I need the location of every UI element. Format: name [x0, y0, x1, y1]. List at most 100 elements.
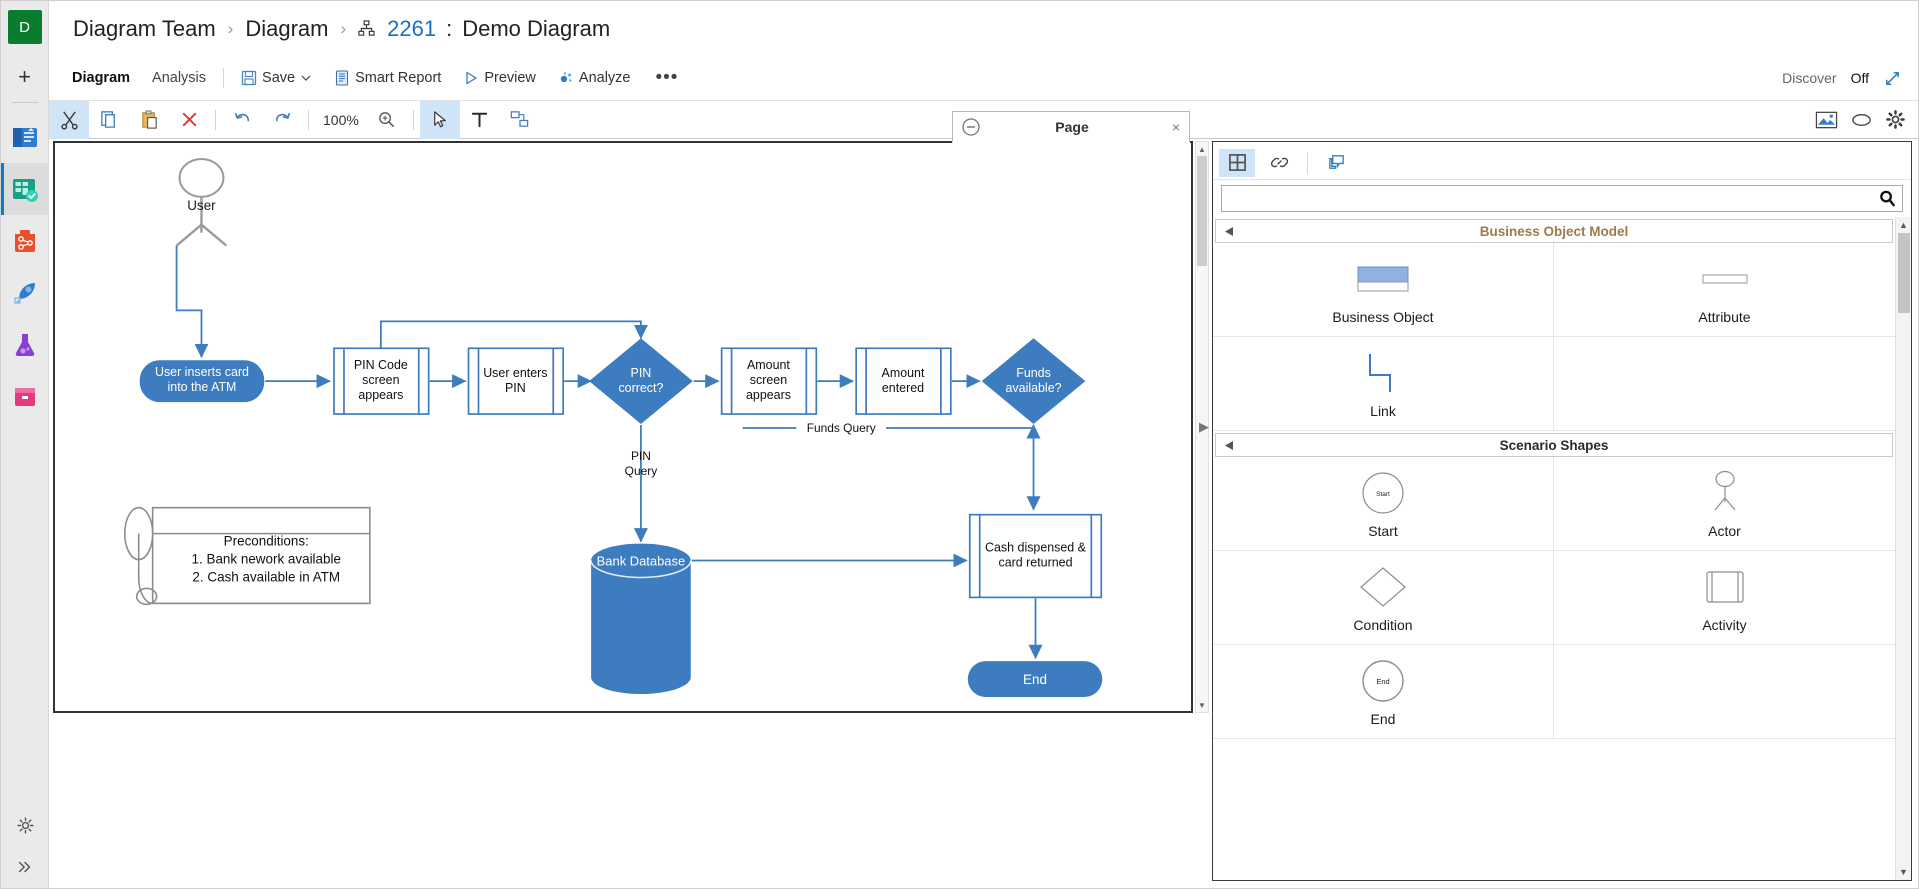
triangle-collapse-icon[interactable]	[1216, 225, 1242, 238]
paste-button[interactable]	[129, 101, 169, 139]
tab-diagram[interactable]: Diagram	[61, 56, 141, 100]
discover-value[interactable]: Off	[1851, 70, 1869, 86]
tab-analysis[interactable]: Analysis	[141, 56, 217, 100]
node-pin-correct[interactable]: PIN correct?	[589, 338, 693, 424]
node-funds-available-label-2: available?	[1006, 381, 1062, 395]
save-button[interactable]: Save	[230, 56, 323, 100]
smart-report-icon	[334, 70, 350, 86]
shape-search-box[interactable]	[1221, 185, 1903, 212]
diagram-canvas[interactable]: User User inserts card into the ATM PIN …	[53, 141, 1193, 713]
search-button[interactable]	[1872, 186, 1902, 211]
shape-item-empty-2	[1554, 645, 1895, 739]
sidebar-item-overview[interactable]	[1, 111, 49, 163]
smart-report-button[interactable]: Smart Report	[323, 56, 452, 100]
edge-loop-to-pincorrect[interactable]	[381, 321, 641, 348]
cut-button[interactable]	[49, 101, 89, 139]
search-icon	[1878, 189, 1897, 208]
page-tab[interactable]: Page ×	[952, 111, 1190, 143]
panel-collapse-arrow-icon[interactable]: ▶	[1198, 416, 1210, 438]
rail-expand-button[interactable]	[1, 846, 49, 888]
node-amount-screen[interactable]: Amount screen appears	[722, 348, 817, 414]
comment-ellipse-icon[interactable]	[1850, 110, 1873, 130]
node-insert-card[interactable]: User inserts card into the ATM	[140, 360, 265, 402]
search-input[interactable]	[1222, 186, 1872, 211]
node-actor-user[interactable]: User	[177, 159, 227, 246]
shape-item-start[interactable]: Start Start	[1213, 457, 1554, 551]
redo-button[interactable]	[262, 101, 302, 139]
analyze-button[interactable]: Analyze	[547, 56, 642, 100]
scissors-icon	[59, 109, 80, 130]
zoom-button[interactable]	[367, 101, 407, 139]
shape-item-activity[interactable]: Activity	[1554, 551, 1895, 645]
shape-item-attribute[interactable]: Attribute	[1554, 243, 1895, 337]
toolbar-divider-3	[413, 110, 414, 130]
copy-button[interactable]	[89, 101, 129, 139]
shape-item-business-object[interactable]: Business Object	[1213, 243, 1554, 337]
svg-text:End: End	[1376, 677, 1389, 686]
fullscreen-expand-icon[interactable]	[1883, 69, 1902, 88]
pointer-tool-button[interactable]	[420, 101, 460, 139]
sidebar-item-testplans[interactable]	[1, 319, 49, 371]
group-header-business-object-model[interactable]: Business Object Model	[1215, 219, 1893, 243]
node-cash-dispensed[interactable]: Cash dispensed & card returned	[970, 515, 1102, 598]
breadcrumb-team[interactable]: Diagram Team	[73, 16, 216, 42]
tab-links[interactable]	[1261, 149, 1297, 177]
node-enter-pin[interactable]: User enters PIN	[469, 348, 564, 414]
gear-icon[interactable]	[1885, 109, 1906, 130]
sidebar-item-boards[interactable]	[1, 163, 49, 215]
diagram-svg[interactable]: User User inserts card into the ATM PIN …	[55, 143, 1191, 713]
node-pin-screen[interactable]: PIN Code screen appears	[334, 348, 429, 414]
org-logo[interactable]: D	[8, 10, 42, 44]
start-icon: Start	[1357, 469, 1409, 517]
shape-item-end[interactable]: End End	[1213, 645, 1554, 739]
node-cash-dispensed-label-2: card returned	[999, 556, 1073, 570]
create-new-button[interactable]: +	[1, 54, 49, 100]
triangle-collapse-icon[interactable]	[1216, 439, 1242, 452]
undo-button[interactable]	[222, 101, 262, 139]
rail-settings-button[interactable]	[1, 804, 49, 846]
rail-bottom-group	[1, 804, 48, 888]
breadcrumb-item-id[interactable]: 2261	[387, 16, 436, 42]
shape-tool-button[interactable]	[500, 101, 540, 139]
rail-divider	[12, 102, 38, 103]
text-tool-button[interactable]	[460, 101, 500, 139]
shape-label: Condition	[1353, 617, 1412, 633]
edge-fundsquery[interactable]	[743, 425, 1034, 428]
node-bank-database[interactable]: Bank Database	[591, 544, 691, 694]
node-end[interactable]: End	[968, 661, 1103, 697]
callout-icon	[1327, 153, 1346, 172]
panel-scrollbar[interactable]: ▲ ▼	[1895, 217, 1911, 880]
zoom-level-label[interactable]: 100%	[315, 112, 367, 128]
edge-actor-to-insert[interactable]	[177, 246, 202, 358]
more-options-button[interactable]: •••	[642, 67, 693, 89]
sidebar-item-repos[interactable]	[1, 215, 49, 267]
shape-library[interactable]: Business Object Model Business Object	[1213, 217, 1911, 880]
sidebar-item-artifacts[interactable]	[1, 371, 49, 423]
shape-icon	[509, 109, 530, 130]
scroll-down-arrow-icon[interactable]: ▼	[1896, 864, 1911, 880]
scroll-down-arrow-icon[interactable]: ▼	[1196, 698, 1208, 712]
shape-item-link[interactable]: Link	[1213, 337, 1554, 431]
panel-scroll-thumb[interactable]	[1898, 233, 1910, 313]
sidebar-item-pipelines[interactable]	[1, 267, 49, 319]
tab-callouts[interactable]	[1318, 149, 1354, 177]
tab-shapes[interactable]	[1219, 149, 1255, 177]
chevron-down-icon[interactable]	[300, 72, 312, 84]
node-preconditions-note[interactable]: Preconditions: 1. Bank nework available …	[125, 508, 370, 605]
breadcrumb-project[interactable]: Diagram	[245, 16, 328, 42]
collapse-circle-icon[interactable]	[961, 117, 981, 137]
image-icon[interactable]	[1815, 110, 1838, 130]
shape-item-condition[interactable]: Condition	[1213, 551, 1554, 645]
scroll-up-arrow-icon[interactable]: ▲	[1196, 142, 1208, 156]
node-funds-available[interactable]: Funds available?	[982, 338, 1086, 424]
discover-label: Discover	[1782, 70, 1836, 86]
group-header-scenario-shapes[interactable]: Scenario Shapes	[1215, 433, 1893, 457]
close-icon[interactable]: ×	[1163, 119, 1189, 135]
preview-button[interactable]: Preview	[452, 56, 547, 100]
shape-label: Activity	[1702, 617, 1746, 633]
node-amount-entered[interactable]: Amount entered	[856, 348, 951, 414]
delete-button[interactable]	[169, 101, 209, 139]
canvas-scroll-thumb[interactable]	[1197, 156, 1207, 266]
scroll-up-arrow-icon[interactable]: ▲	[1896, 217, 1911, 233]
shape-item-actor[interactable]: Actor	[1554, 457, 1895, 551]
